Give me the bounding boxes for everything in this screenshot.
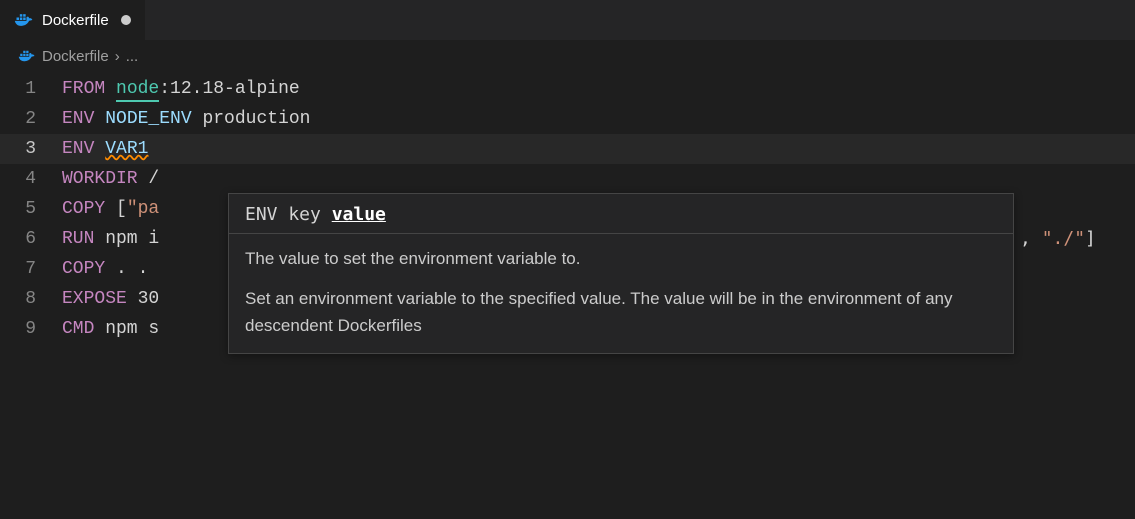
signature-doc-line1: The value to set the environment variabl… <box>245 246 997 272</box>
chevron-right-icon: › <box>115 48 120 65</box>
token: production <box>192 109 311 129</box>
token: EXPOSE <box>62 289 127 309</box>
token: npm s <box>94 319 159 339</box>
token: RUN <box>62 229 94 249</box>
trailing-comma: , <box>1020 228 1042 249</box>
line-number: 3 <box>0 134 62 164</box>
token: ENV <box>62 109 94 129</box>
trailing-close: ] <box>1085 228 1096 249</box>
token: CMD <box>62 319 94 339</box>
code-line[interactable]: 2ENV NODE_ENV production <box>0 104 1135 134</box>
token: COPY <box>62 259 105 279</box>
code-line[interactable]: 1FROM node:12.18-alpine <box>0 74 1135 104</box>
token: WORKDIR <box>62 169 138 189</box>
signature-help-popup: ENV key value The value to set the envir… <box>228 193 1014 354</box>
token: node <box>116 79 159 102</box>
token: / <box>138 169 160 189</box>
line-number: 8 <box>0 284 62 314</box>
token: NODE_ENV <box>105 109 191 129</box>
token <box>105 79 116 99</box>
token: [ <box>105 199 127 219</box>
token: COPY <box>62 199 105 219</box>
token: VAR1 <box>105 139 148 159</box>
line-number: 7 <box>0 254 62 284</box>
code-content[interactable]: ENV VAR1 <box>62 134 1135 164</box>
code-content[interactable]: WORKDIR / <box>62 164 1135 194</box>
signature-doc-line2: Set an environment variable to the speci… <box>245 286 997 339</box>
token: . . <box>105 259 148 279</box>
code-line[interactable]: 3ENV VAR1 <box>0 134 1135 164</box>
breadcrumb-file: Dockerfile <box>42 48 109 65</box>
line-number: 1 <box>0 74 62 104</box>
signature-prefix: ENV key <box>245 204 332 225</box>
line-number: 6 <box>0 224 62 254</box>
tab-bar: Dockerfile <box>0 0 1135 40</box>
token <box>94 109 105 129</box>
breadcrumb[interactable]: Dockerfile › ... <box>0 40 1135 68</box>
line-number: 9 <box>0 314 62 344</box>
line-number: 4 <box>0 164 62 194</box>
signature-doc: The value to set the environment variabl… <box>229 234 1013 353</box>
signature-active-param: value <box>332 204 386 225</box>
code-content[interactable]: ENV NODE_ENV production <box>62 104 1135 134</box>
token: ENV <box>62 139 94 159</box>
token <box>94 139 105 159</box>
breadcrumb-rest: ... <box>126 48 139 65</box>
token: 30 <box>127 289 159 309</box>
line-number: 2 <box>0 104 62 134</box>
trailing-string: "./" <box>1042 228 1085 249</box>
tab-dockerfile[interactable]: Dockerfile <box>0 0 146 40</box>
dirty-indicator-icon <box>121 15 131 25</box>
token: npm i <box>94 229 159 249</box>
token: "pa <box>127 199 159 219</box>
code-line[interactable]: 4WORKDIR / <box>0 164 1135 194</box>
signature-line: ENV key value <box>229 194 1013 234</box>
docker-icon <box>18 49 36 63</box>
line-number: 5 <box>0 194 62 224</box>
line-5-trailing: , "./"] <box>1020 224 1096 254</box>
code-content[interactable]: FROM node:12.18-alpine <box>62 74 1135 104</box>
tab-filename: Dockerfile <box>42 12 109 29</box>
token: FROM <box>62 79 105 99</box>
token: :12.18-alpine <box>159 79 299 99</box>
docker-icon <box>14 12 34 28</box>
